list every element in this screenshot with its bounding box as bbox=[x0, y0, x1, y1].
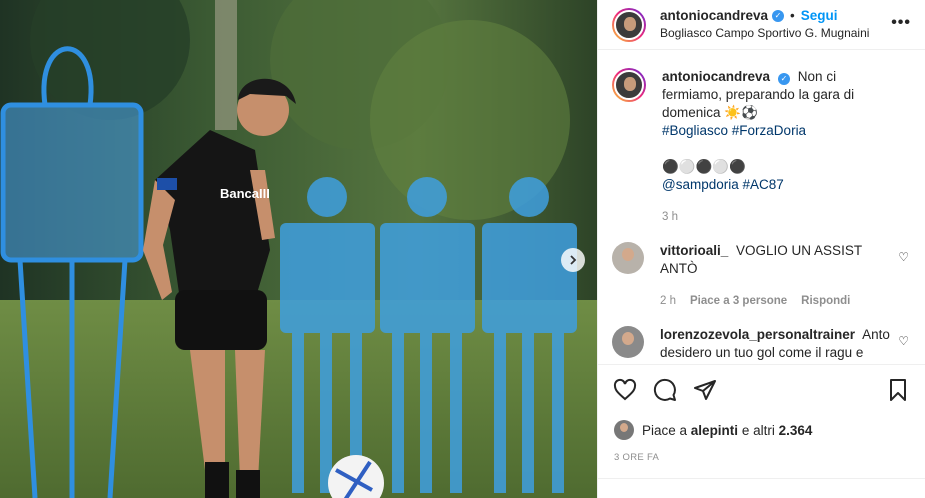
comment-icon[interactable] bbox=[652, 377, 678, 403]
separator-dot: • bbox=[790, 7, 795, 23]
more-options-button[interactable]: ••• bbox=[891, 14, 911, 32]
chevron-right-icon bbox=[570, 255, 577, 265]
caption-avatar[interactable] bbox=[612, 68, 646, 102]
bookmark-icon[interactable] bbox=[885, 377, 911, 403]
comment-likes[interactable]: Piace a 3 persone bbox=[690, 292, 787, 310]
likes-prefix: Piace a bbox=[642, 422, 688, 438]
likes-count[interactable]: 2.364 bbox=[779, 423, 813, 438]
caption-hashtags[interactable]: #Bogliasco #ForzaDoria bbox=[662, 123, 806, 138]
follow-button[interactable]: Segui bbox=[801, 8, 838, 25]
post-photo[interactable]: BancaIII bbox=[0, 0, 597, 498]
commenter-avatar[interactable] bbox=[612, 242, 644, 274]
comment-like-heart-icon[interactable]: ♡ bbox=[898, 250, 909, 264]
reply-button[interactable]: Rispondi bbox=[801, 292, 850, 310]
training-photo-scene bbox=[0, 0, 597, 498]
sponsor-text: BancaIII bbox=[220, 186, 270, 201]
comment-username[interactable]: vittorioali_ bbox=[660, 243, 728, 258]
comment-username[interactable]: lorenzozevola_personaltrainer bbox=[660, 327, 855, 342]
add-comment-bar[interactable] bbox=[598, 478, 925, 498]
action-bar bbox=[598, 364, 925, 414]
caption-time: 3 h bbox=[662, 211, 678, 223]
liker-avatar[interactable] bbox=[614, 420, 634, 440]
likes-summary: Piace a alepinti e altri 2.364 bbox=[614, 420, 812, 440]
comment-time: 2 h bbox=[660, 295, 676, 307]
verified-badge-icon: ✓ bbox=[772, 10, 785, 22]
commenter-avatar[interactable] bbox=[612, 326, 644, 358]
heart-icon[interactable] bbox=[612, 377, 638, 403]
post-timestamp: 3 ORE FA bbox=[614, 452, 660, 463]
liker-username[interactable]: alepinti bbox=[691, 423, 738, 438]
comment-item: vittorioali_ VOGLIO UN ASSIST ANTÒ 2 h P… bbox=[612, 242, 909, 310]
post-header: antoniocandreva ✓ • Segui Bogliasco Camp… bbox=[598, 0, 925, 50]
comments-list[interactable]: antoniocandreva ✓ Non ci fermiamo, prepar… bbox=[598, 50, 925, 364]
comment-item: lorenzozevola_personaltrainer Anto desid… bbox=[612, 326, 909, 362]
caption-emoji-line: ⚫⚪⚫⚪⚫ bbox=[662, 159, 747, 174]
post-side-panel: antoniocandreva ✓ • Segui Bogliasco Camp… bbox=[597, 0, 925, 498]
author-username[interactable]: antoniocandreva bbox=[660, 8, 768, 25]
verified-badge-icon: ✓ bbox=[778, 73, 791, 85]
instagram-post-viewer: BancaIII antoniocandreva ✓ • Segui Bogli… bbox=[0, 0, 925, 498]
next-image-button[interactable] bbox=[561, 248, 585, 272]
share-icon[interactable] bbox=[692, 377, 718, 403]
caption: antoniocandreva ✓ Non ci fermiamo, prepar… bbox=[612, 68, 909, 226]
caption-username[interactable]: antoniocandreva bbox=[662, 69, 770, 84]
caption-mentions[interactable]: @sampdoria #AC87 bbox=[662, 176, 898, 194]
author-avatar[interactable] bbox=[612, 7, 646, 42]
location-link[interactable]: Bogliasco Campo Sportivo G. Mugnaini bbox=[660, 26, 869, 41]
comment-like-heart-icon[interactable]: ♡ bbox=[898, 334, 909, 348]
likes-middle: e altri bbox=[741, 422, 775, 438]
